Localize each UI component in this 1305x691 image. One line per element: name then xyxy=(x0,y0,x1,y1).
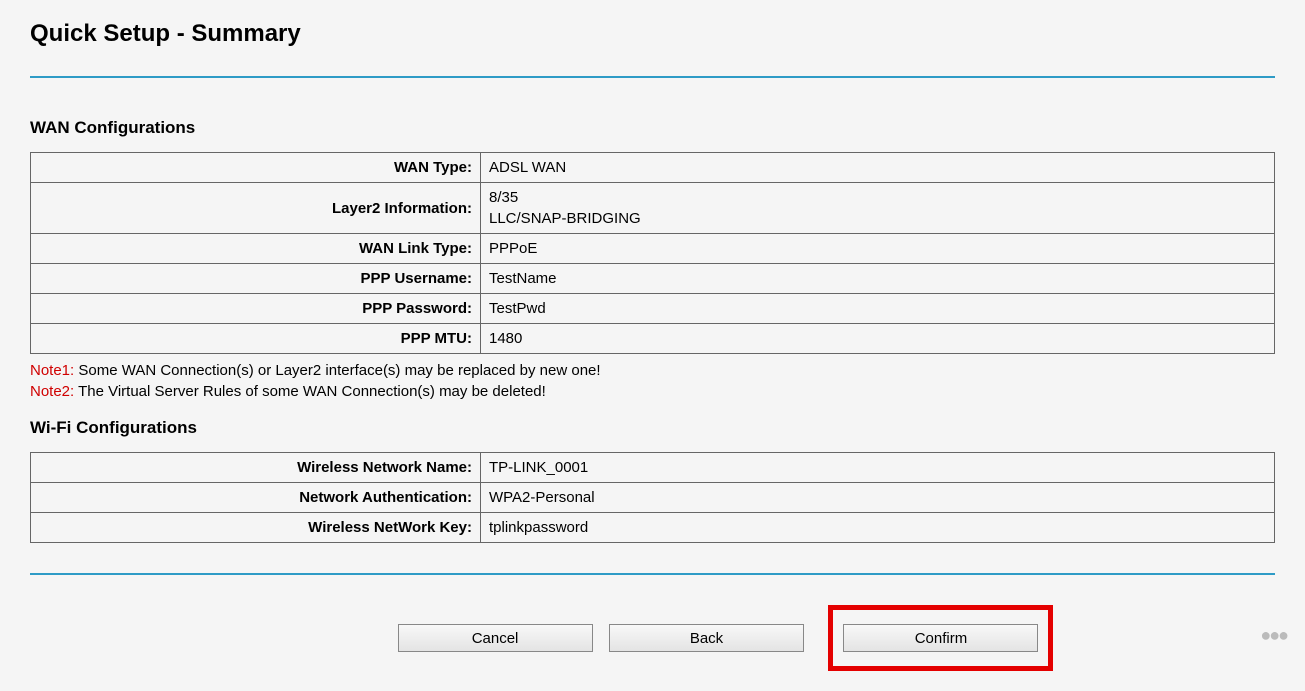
note-2-text: The Virtual Server Rules of some WAN Con… xyxy=(74,383,546,400)
note-2-prefix: Note2: xyxy=(30,383,74,400)
wifi-config-table: Wireless Network Name: TP-LINK_0001 Netw… xyxy=(30,452,1275,543)
table-row: PPP Password: TestPwd xyxy=(31,294,1275,324)
wifi-auth-value: WPA2-Personal xyxy=(481,483,1275,513)
bottom-divider xyxy=(30,573,1275,575)
dots-indicator-icon: ●●● xyxy=(1260,625,1287,646)
layer2-value: 8/35LLC/SNAP-BRIDGING xyxy=(481,183,1275,234)
confirm-highlight-box: Confirm xyxy=(828,605,1053,671)
wan-link-type-value: PPPoE xyxy=(481,234,1275,264)
note-1-prefix: Note1: xyxy=(30,362,74,379)
table-row: Network Authentication: WPA2-Personal xyxy=(31,483,1275,513)
wifi-auth-label: Network Authentication: xyxy=(31,483,481,513)
wifi-key-label: Wireless NetWork Key: xyxy=(31,513,481,543)
table-row: Wireless NetWork Key: tplinkpassword xyxy=(31,513,1275,543)
table-row: Wireless Network Name: TP-LINK_0001 xyxy=(31,453,1275,483)
wan-config-table: WAN Type: ADSL WAN Layer2 Information: 8… xyxy=(30,152,1275,354)
ppp-password-label: PPP Password: xyxy=(31,294,481,324)
wifi-config-heading: Wi-Fi Configurations xyxy=(30,418,1275,438)
ppp-username-value: TestName xyxy=(481,264,1275,294)
note-1: Note1: Some WAN Connection(s) or Layer2 … xyxy=(30,362,1275,379)
back-button[interactable]: Back xyxy=(609,624,804,652)
wan-type-value: ADSL WAN xyxy=(481,153,1275,183)
ppp-mtu-label: PPP MTU: xyxy=(31,324,481,354)
wifi-name-value: TP-LINK_0001 xyxy=(481,453,1275,483)
wifi-name-label: Wireless Network Name: xyxy=(31,453,481,483)
table-row: WAN Link Type: PPPoE xyxy=(31,234,1275,264)
ppp-username-label: PPP Username: xyxy=(31,264,481,294)
button-row: Cancel Back Confirm xyxy=(30,605,1275,671)
wifi-key-value: tplinkpassword xyxy=(481,513,1275,543)
note-1-text: Some WAN Connection(s) or Layer2 interfa… xyxy=(74,362,600,379)
table-row: PPP Username: TestName xyxy=(31,264,1275,294)
table-row: WAN Type: ADSL WAN xyxy=(31,153,1275,183)
ppp-password-value: TestPwd xyxy=(481,294,1275,324)
title-divider xyxy=(30,76,1275,78)
wan-type-label: WAN Type: xyxy=(31,153,481,183)
table-row: Layer2 Information: 8/35LLC/SNAP-BRIDGIN… xyxy=(31,183,1275,234)
ppp-mtu-value: 1480 xyxy=(481,324,1275,354)
page-title: Quick Setup - Summary xyxy=(30,20,1275,48)
wan-config-heading: WAN Configurations xyxy=(30,118,1275,138)
table-row: PPP MTU: 1480 xyxy=(31,324,1275,354)
cancel-button[interactable]: Cancel xyxy=(398,624,593,652)
layer2-label: Layer2 Information: xyxy=(31,183,481,234)
confirm-button[interactable]: Confirm xyxy=(843,624,1038,652)
note-2: Note2: The Virtual Server Rules of some … xyxy=(30,383,1275,400)
wan-link-type-label: WAN Link Type: xyxy=(31,234,481,264)
